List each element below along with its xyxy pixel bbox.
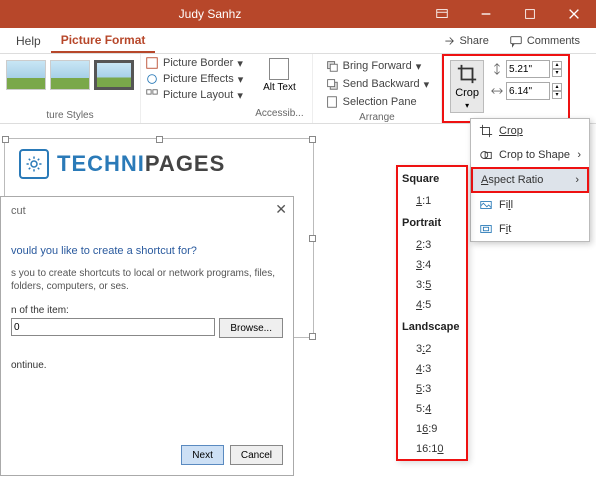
aspect-header-portrait: Portrait xyxy=(398,211,466,235)
aspect-header-square: Square xyxy=(398,167,466,191)
dialog-description: s you to create shortcuts to local or ne… xyxy=(11,267,283,293)
chevron-right-icon: › xyxy=(577,149,581,161)
dialog-question: vould you like to create a shortcut for? xyxy=(11,245,283,257)
share-button[interactable]: Share xyxy=(431,30,498,52)
send-backward-button[interactable]: Send Backward ▾ xyxy=(321,76,434,92)
ratio-3-2[interactable]: 3:2 xyxy=(398,339,466,359)
menu-crop-to-shape[interactable]: Crop to Shape› xyxy=(471,143,589,167)
create-shortcut-dialog: ✕ cut vould you like to create a shortcu… xyxy=(0,196,294,476)
ratio-1-1[interactable]: 1:1 xyxy=(398,191,466,211)
height-down[interactable]: ▾ xyxy=(552,69,562,77)
resize-handle[interactable] xyxy=(156,136,163,143)
crop-button[interactable]: Crop ▾ xyxy=(450,60,484,113)
menu-crop[interactable]: Crop xyxy=(471,119,589,143)
menu-fit[interactable]: Fit xyxy=(471,217,589,241)
ratio-4-3[interactable]: 4:3 xyxy=(398,359,466,379)
picture-border-button[interactable]: Picture Border ▾ xyxy=(145,56,243,70)
menu-bar: Help Picture Format Share Comments xyxy=(0,28,596,54)
close-button[interactable] xyxy=(552,0,596,28)
ratio-2-3[interactable]: 2:3 xyxy=(398,235,466,255)
comments-button[interactable]: Comments xyxy=(499,30,590,52)
location-input[interactable] xyxy=(11,318,215,336)
title-bar: Judy Sanhz xyxy=(0,0,596,28)
dialog-close-button[interactable]: ✕ xyxy=(275,201,287,218)
picture-layout-button[interactable]: Picture Layout ▾ xyxy=(145,88,243,102)
picture-styles-group: ture Styles xyxy=(0,54,141,123)
width-down[interactable]: ▾ xyxy=(552,91,562,99)
next-button[interactable]: Next xyxy=(181,445,224,465)
maximize-button[interactable] xyxy=(508,0,552,28)
browse-button[interactable]: Browse... xyxy=(219,318,283,338)
crop-dropdown-menu: Crop Crop to Shape› Aspect Ratio› Fill F… xyxy=(470,118,590,242)
height-up[interactable]: ▴ xyxy=(552,61,562,69)
cancel-button[interactable]: Cancel xyxy=(230,445,283,465)
ratio-5-4[interactable]: 5:4 xyxy=(398,399,466,419)
arrange-group: Bring Forward ▾ Send Backward ▾ Selectio… xyxy=(313,54,443,123)
dialog-fragment: cut xyxy=(11,205,283,217)
gear-icon xyxy=(19,149,49,179)
group-label-styles: ture Styles xyxy=(6,110,134,121)
menu-aspect-ratio[interactable]: Aspect Ratio› xyxy=(471,167,589,193)
ratio-16-10[interactable]: 16:10 xyxy=(398,439,466,459)
resize-handle[interactable] xyxy=(2,136,9,143)
tab-picture-format[interactable]: Picture Format xyxy=(51,29,156,53)
ribbon-options-button[interactable] xyxy=(420,0,464,28)
width-input[interactable] xyxy=(506,82,550,100)
alt-text-button[interactable]: Alt Text xyxy=(263,82,296,93)
chevron-down-icon: ▾ xyxy=(465,101,469,110)
resize-handle[interactable] xyxy=(309,136,316,143)
selection-pane-button[interactable]: Selection Pane xyxy=(321,94,434,110)
ratio-3-4[interactable]: 3:4 xyxy=(398,255,466,275)
ratio-3-5[interactable]: 3:5 xyxy=(398,275,466,295)
style-preset-3[interactable] xyxy=(94,60,134,90)
height-icon xyxy=(490,62,504,76)
tab-help[interactable]: Help xyxy=(6,30,51,52)
ribbon: ture Styles Picture Border ▾ Picture Eff… xyxy=(0,54,596,124)
chevron-right-icon: › xyxy=(575,174,579,186)
resize-handle[interactable] xyxy=(309,333,316,340)
crop-icon xyxy=(479,124,493,138)
location-label: n of the item: xyxy=(11,305,283,316)
continue-text: ontinue. xyxy=(11,360,283,371)
shape-icon xyxy=(479,148,493,162)
aspect-header-landscape: Landscape xyxy=(398,315,466,339)
menu-fill[interactable]: Fill xyxy=(471,193,589,217)
crop-size-group: Crop ▾ ▴▾ ▴▾ xyxy=(442,54,570,123)
style-preset-2[interactable] xyxy=(50,60,90,90)
height-input[interactable] xyxy=(506,60,550,78)
aspect-ratio-submenu: Square 1:1 Portrait 2:3 3:4 3:5 4:5 Land… xyxy=(396,165,468,461)
fit-icon xyxy=(479,222,493,236)
alt-text-icon xyxy=(269,58,289,80)
picture-options: Picture Border ▾ Picture Effects ▾ Pictu… xyxy=(141,54,247,123)
crop-icon xyxy=(456,63,478,85)
width-icon xyxy=(490,84,504,98)
ratio-16-9[interactable]: 16:9 xyxy=(398,419,466,439)
fill-icon xyxy=(479,198,493,212)
document-title: Judy Sanhz xyxy=(0,7,420,21)
minimize-button[interactable] xyxy=(464,0,508,28)
picture-effects-button[interactable]: Picture Effects ▾ xyxy=(145,72,243,86)
style-preset-1[interactable] xyxy=(6,60,46,90)
resize-handle[interactable] xyxy=(309,235,316,242)
width-up[interactable]: ▴ xyxy=(552,83,562,91)
ratio-4-5[interactable]: 4:5 xyxy=(398,295,466,315)
bring-forward-button[interactable]: Bring Forward ▾ xyxy=(321,58,434,74)
ratio-5-3[interactable]: 5:3 xyxy=(398,379,466,399)
alt-text-group: Alt Text Accessib... xyxy=(247,54,312,123)
technipages-logo: TECHNIPAGES xyxy=(19,149,225,179)
